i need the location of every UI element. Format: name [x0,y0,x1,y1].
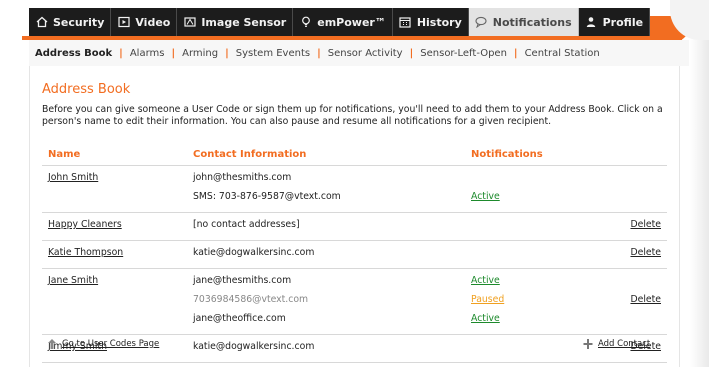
subnav-sensor-activity[interactable]: Sensor Activity [328,48,403,59]
tab-image-sensor[interactable]: Image Sensor [177,8,294,36]
chat-bubble-icon [475,16,488,29]
contact-name-link[interactable]: Jane Smith [48,275,98,286]
home-icon [35,16,48,29]
notification-status-empty [471,339,584,358]
address-book-panel: Address Book Before you can give someone… [29,66,680,367]
subnav-separator: | [171,47,176,59]
person-icon [585,16,598,29]
subnav-arming[interactable]: Arming [182,48,218,59]
tab-label: History [416,15,462,29]
subnav-sensor-left-open[interactable]: Sensor-Left-Open [420,48,507,59]
add-icon [583,339,593,349]
tab-label: Profile [602,15,644,29]
subnav-separator: | [317,47,321,59]
delete-contact-link[interactable]: Delete [630,294,661,305]
contact-name-link[interactable]: Katie Thompson [48,247,123,258]
notification-status-empty [471,245,584,264]
tab-label: Video [135,15,171,29]
header-notifications: Notifications [465,146,590,166]
subnav-separator: | [225,47,229,59]
page-title: Address Book [42,82,131,97]
notification-status-toggle[interactable]: Active [471,313,500,324]
tab-profile[interactable]: Profile [578,8,651,36]
subnav-central-station[interactable]: Central Station [525,48,600,59]
tab-empower[interactable]: emPower™ [293,8,393,36]
video-icon [117,16,130,29]
notification-status-empty [471,170,584,189]
table-row: Jane Smith jane@thesmiths.com 7036984586… [42,268,667,335]
back-arrow-icon [48,339,56,349]
header-name: Name [42,146,187,166]
contact-address-paused: 7036984586@vtext.com [193,294,309,305]
add-contact-link[interactable]: Add Contact [583,338,650,350]
image-sensor-icon [183,16,196,29]
notifications-subnav: Address Book | Alarms | Arming | System … [29,40,689,66]
page-edge-shadow [690,0,709,367]
tab-label: Image Sensor [201,15,287,29]
subnav-separator: | [409,47,414,59]
address-book-table: Name Contact Information Notifications J… [42,146,667,363]
delete-contact-link[interactable]: Delete [630,247,661,258]
contact-address: katie@dogwalkersinc.com [193,247,315,258]
subnav-separator: | [513,47,518,59]
table-header-row: Name Contact Information Notifications [42,146,667,166]
contact-name-link[interactable]: John Smith [48,172,98,183]
bulb-icon [299,16,312,29]
header-delete [590,146,667,166]
contact-name-link[interactable]: Happy Cleaners [48,219,122,230]
contact-address: SMS: 703-876-9587@vtext.com [193,191,341,202]
table-row: John Smith john@thesmiths.com SMS: 703-8… [42,165,667,213]
subnav-system-events[interactable]: System Events [236,48,310,59]
contact-address: katie@dogwalkersinc.com [193,341,315,352]
add-contact-label: Add Contact [598,339,651,349]
go-to-user-codes-link[interactable]: Go to User Codes Page [47,338,159,350]
notification-status-toggle[interactable]: Paused [471,294,504,305]
subnav-alarms[interactable]: Alarms [130,48,165,59]
tab-video[interactable]: Video [111,8,178,36]
intro-text: Before you can give someone a User Code … [42,104,663,127]
notification-status-toggle[interactable]: Active [471,275,500,286]
contact-address: [no contact addresses] [193,219,300,230]
tab-label: Notifications [492,15,572,29]
table-row: Katie Thompson katie@dogwalkersinc.com D… [42,240,667,269]
tab-notifications[interactable]: Notifications [468,8,579,36]
tab-label: emPower™ [317,15,386,29]
contact-address: jane@thesmiths.com [193,275,292,286]
subnav-address-book[interactable]: Address Book [35,48,112,59]
notification-status-toggle[interactable]: Active [471,191,500,202]
tab-label: Security [53,15,105,29]
contact-address: john@thesmiths.com [193,172,292,183]
tab-history[interactable]: History [392,8,469,36]
calendar-icon [399,16,412,29]
table-row: Happy Cleaners [no contact addresses] De… [42,212,667,241]
tab-security[interactable]: Security [29,8,112,36]
subnav-separator: | [119,47,123,59]
delete-contact-link[interactable]: Delete [630,219,661,230]
header-contact: Contact Information [187,146,465,166]
contact-address: jane@theoffice.com [193,313,286,324]
notification-status-empty [471,217,584,236]
go-to-user-codes-label: Go to User Codes Page [62,339,160,349]
main-tab-bar: Security Video Image Sensor emPower™ His… [29,8,661,36]
